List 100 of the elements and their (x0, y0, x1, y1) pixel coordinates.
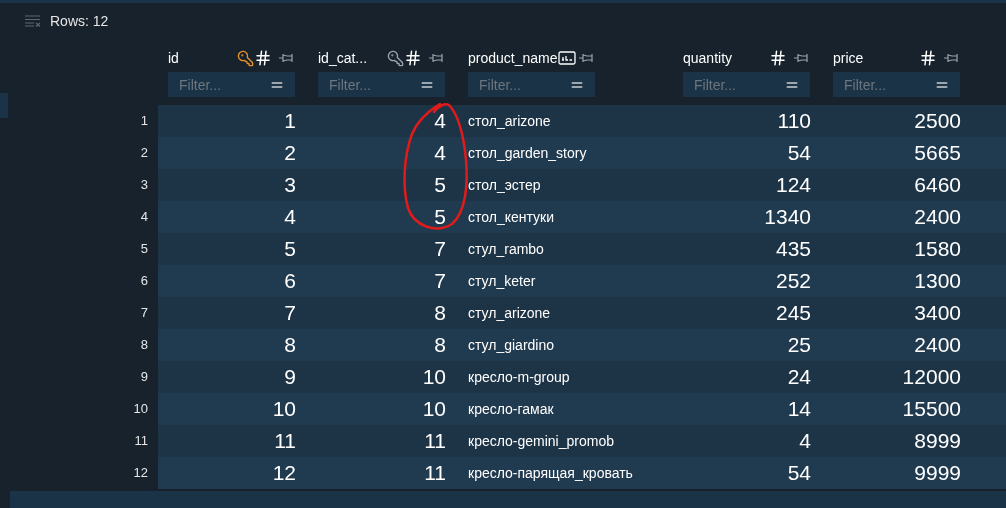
filter-field[interactable]: Filter... (468, 72, 595, 97)
table-cell-text: 124 (775, 172, 811, 199)
table-cell-text: 110 (777, 108, 811, 135)
pin-icon[interactable] (943, 52, 959, 64)
table-row[interactable]: 9 10 кресло-m-group 24 12000 (158, 361, 1006, 393)
horizontal-scrollbar[interactable] (10, 491, 1006, 508)
table-cell-text: 8 (434, 332, 446, 359)
table-row[interactable]: 7 8 стул_arizone 245 3400 (158, 297, 1006, 329)
table-row[interactable]: 4 5 стол_кентуки 1340 2400 (158, 201, 1006, 233)
filter-field[interactable]: Filter... (168, 72, 295, 97)
row-number: 4 (140, 208, 148, 227)
row-number: 6 (140, 272, 148, 291)
table-row[interactable]: 12 11 кресло-парящая_кровать 54 9999 (158, 457, 1006, 489)
table-cell-text: 3400 (914, 300, 961, 327)
table-cell-text: 1340 (764, 204, 811, 231)
table-cell-text: 25 (787, 332, 811, 359)
table-cell-text: стол_кентуки (468, 207, 554, 227)
table-cell-text: 12 (272, 460, 296, 487)
table-cell-text: 3 (284, 172, 296, 199)
pin-icon[interactable] (793, 52, 809, 64)
table-cell-text: 1 (284, 108, 296, 135)
table-cell-text: 5665 (914, 140, 961, 167)
column-header[interactable]: product_name (468, 47, 558, 69)
table-cell-text: 252 (775, 268, 811, 295)
filter-clear-icon[interactable] (24, 15, 42, 27)
row-count: Rows: 12 (50, 11, 109, 31)
table-cell-text: 1580 (914, 236, 961, 263)
filter-field[interactable]: Filter... (683, 72, 810, 97)
table-cell-text: 2400 (914, 204, 961, 231)
table-cell-text: 2 (284, 140, 296, 167)
table-cell-text: 1300 (914, 268, 961, 295)
hash-icon (404, 49, 422, 67)
filter-field[interactable]: Filter... (318, 72, 445, 97)
table-cell-text: 7 (434, 236, 446, 263)
table-cell-text: 24 (787, 364, 811, 391)
table-cell-text: кресло-m-group (468, 367, 570, 387)
table-cell-text: стул_giardino (468, 335, 555, 355)
key-icon (387, 49, 404, 67)
table-cell-text: 4 (434, 108, 446, 135)
table-cell-text: 5 (434, 204, 446, 231)
table-cell-text: 11 (424, 460, 446, 487)
table-cell-text: 4 (284, 204, 296, 231)
table-cell-text: 435 (775, 236, 811, 263)
pin-icon[interactable] (278, 52, 294, 64)
row-number: 7 (140, 304, 148, 323)
row-number: 1 (140, 112, 148, 131)
table-row[interactable]: 11 11 кресло-gemini_promob 4 8999 (158, 425, 1006, 457)
table-cell-text: 6460 (914, 172, 961, 199)
table-row[interactable]: 8 8 стул_giardino 25 2400 (158, 329, 1006, 361)
table-cell-text: 10 (422, 364, 446, 391)
table-row[interactable]: 6 7 стул_keter 252 1300 (158, 265, 1006, 297)
table-cell-text: стол_garden_story (468, 143, 587, 163)
table-cell-text: стул_arizone (468, 303, 551, 323)
row-number: 9 (140, 368, 148, 387)
table-cell-text: 10 (272, 396, 296, 423)
column-header[interactable]: quantity (683, 47, 733, 69)
table-cell-text: 9999 (914, 460, 961, 487)
text-type-icon (557, 51, 576, 65)
table-cell-text: 11 (424, 428, 446, 455)
column-header[interactable]: price (833, 47, 864, 69)
hash-icon (254, 49, 272, 67)
table-cell-text: 8 (284, 332, 296, 359)
row-number: 2 (140, 144, 148, 163)
table-cell-text: 54 (787, 460, 811, 487)
table-cell-text: 12000 (902, 364, 961, 391)
table-cell-text: 14 (787, 396, 811, 423)
table-cell-text: 8999 (914, 428, 961, 455)
table-cell-text: 2400 (914, 332, 961, 359)
table-cell-text: 245 (775, 300, 811, 327)
column-header[interactable]: id (168, 47, 179, 69)
row-number: 12 (133, 464, 148, 483)
table-cell-text: 6 (284, 268, 296, 295)
table-row[interactable]: 2 4 стол_garden_story 54 5665 (158, 137, 1006, 169)
filter-field[interactable]: Filter... (833, 72, 960, 97)
pin-icon[interactable] (578, 52, 594, 64)
row-number: 10 (133, 400, 148, 419)
table-cell-text: 2500 (914, 108, 961, 135)
table-cell-text: 7 (284, 300, 296, 327)
table-cell-text: стул_keter (468, 271, 536, 291)
table-cell-text: 8 (434, 300, 446, 327)
table-cell-text: 5 (284, 236, 296, 263)
table-row[interactable]: 5 7 стул_rambo 435 1580 (158, 233, 1006, 265)
table-row[interactable]: 1 4 стол_arizone 110 2500 (158, 105, 1006, 137)
table-cell-text: 4 (799, 428, 811, 455)
table-cell-text: 10 (422, 396, 446, 423)
table-cell-text: кресло-гамак (468, 399, 554, 419)
table-cell-text: кресло-gemini_promob (468, 431, 614, 451)
pin-icon[interactable] (428, 52, 444, 64)
row-number: 11 (134, 432, 148, 451)
table-cell-text: кресло-парящая_кровать (468, 463, 633, 483)
row-number: 5 (140, 240, 148, 259)
table-row[interactable]: 10 10 кресло-гамак 14 15500 (158, 393, 1006, 425)
table-cell-text: стол_эстер (468, 175, 541, 195)
table-row[interactable]: 3 5 стол_эстер 124 6460 (158, 169, 1006, 201)
table-cell-text: 54 (787, 140, 811, 167)
hash-icon (769, 49, 787, 67)
table-cell-text: 7 (434, 268, 446, 295)
table-cell-text: 5 (434, 172, 446, 199)
table-cell-text: 4 (434, 140, 446, 167)
column-header[interactable]: id_cat... (318, 47, 368, 69)
